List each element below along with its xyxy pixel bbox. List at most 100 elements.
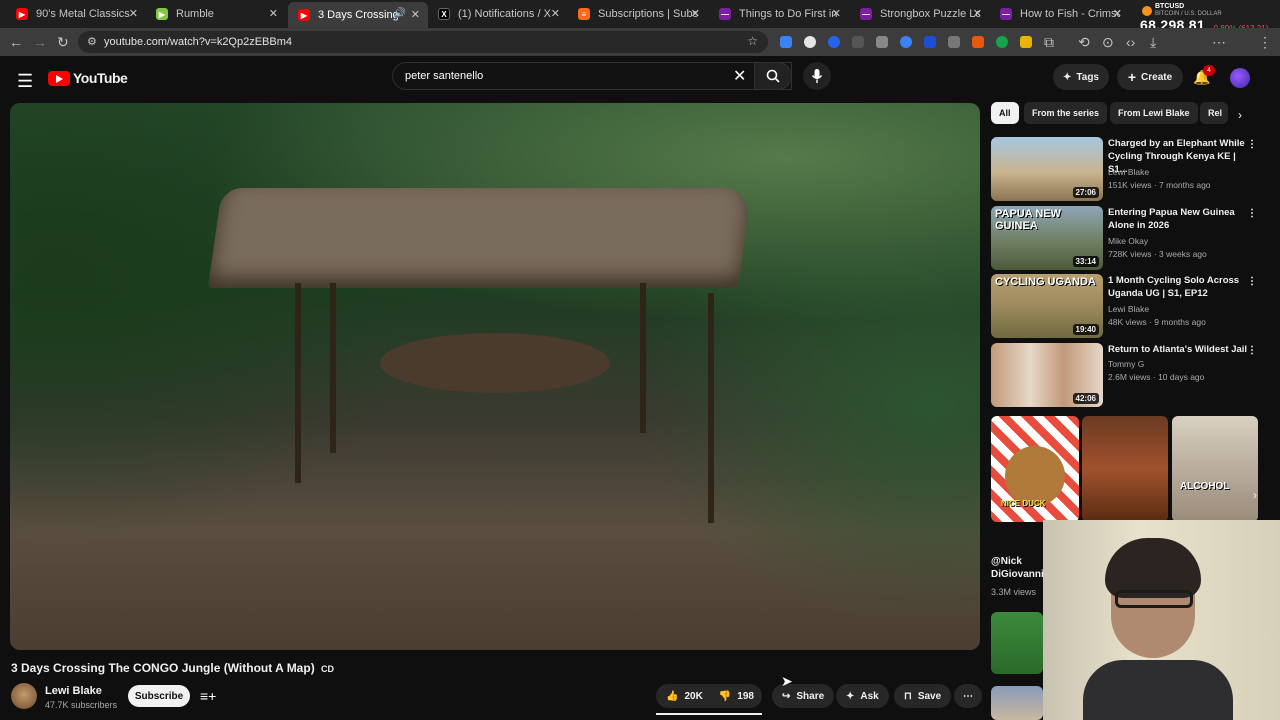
recommended-channel[interactable]: Lewi Blake bbox=[1108, 304, 1149, 314]
bookmark-star-icon[interactable]: ☆ bbox=[747, 34, 758, 48]
like-ratio-bar bbox=[656, 713, 762, 715]
account-avatar[interactable] bbox=[1230, 68, 1250, 88]
channel-name[interactable]: Lewi Blake bbox=[45, 685, 102, 697]
more-actions-button[interactable]: ⋯ bbox=[954, 684, 982, 708]
tab-search-icon[interactable]: ⊙ bbox=[1102, 34, 1114, 51]
extension-icon[interactable] bbox=[900, 36, 912, 48]
back-icon[interactable]: ← bbox=[9, 34, 23, 50]
site-info-icon[interactable]: ⚙ bbox=[87, 35, 97, 48]
close-tab-icon[interactable]: ✕ bbox=[691, 7, 700, 20]
forward-icon[interactable]: → bbox=[33, 34, 47, 50]
extension-icon[interactable] bbox=[996, 36, 1008, 48]
browser-tab[interactable]: — How to Fish - Crimson De ✕ bbox=[990, 3, 1130, 25]
close-tab-icon[interactable]: ✕ bbox=[129, 7, 138, 20]
browser-tab[interactable]: X (1) Notifications / X ✕ bbox=[428, 3, 568, 25]
url-text[interactable]: youtube.com/watch?v=k2Qp2zEBBm4 bbox=[104, 36, 292, 48]
history-icon[interactable]: ⟲ bbox=[1078, 34, 1090, 51]
search-query-text[interactable]: peter santenello bbox=[405, 70, 483, 82]
clear-search-icon[interactable]: ✕ bbox=[733, 66, 746, 86]
browser-tab[interactable]: — Things to Do First in Crim ✕ bbox=[709, 3, 849, 25]
video-thumbnail[interactable] bbox=[991, 612, 1043, 674]
cc-badge: CD bbox=[321, 664, 335, 674]
extension-icon[interactable] bbox=[1020, 36, 1032, 48]
short-caption: NICE DUCK bbox=[1001, 499, 1046, 508]
tab-title: Strongbox Puzzle Location bbox=[880, 8, 980, 20]
chip-from-channel[interactable]: From Lewi Blake bbox=[1110, 102, 1198, 124]
extension-icon[interactable] bbox=[804, 36, 816, 48]
video-thumbnail[interactable]: 27:06 bbox=[991, 137, 1103, 201]
save-button[interactable]: ⊓ Save bbox=[894, 684, 952, 708]
more-vertical-icon[interactable]: ⋮ bbox=[1247, 139, 1257, 150]
channel-avatar[interactable] bbox=[11, 683, 37, 709]
recommended-video[interactable]: PAPUA NEW GUINEA 33:14 Entering Papua Ne… bbox=[991, 206, 1271, 270]
hamburger-menu-icon[interactable]: ☰ bbox=[17, 71, 33, 92]
recommended-title[interactable]: Return to Atlanta's Wildest Jail bbox=[1108, 343, 1248, 356]
browser-tab[interactable]: ▶ 90's Metal Classics ✕ bbox=[6, 3, 146, 25]
speaker-icon[interactable]: 🔊 bbox=[394, 8, 406, 19]
add-to-playlist-icon[interactable]: ≡+ bbox=[200, 688, 216, 704]
chevron-right-icon[interactable]: › bbox=[1253, 488, 1257, 502]
recommended-channel[interactable]: Lewi Blake bbox=[1108, 167, 1149, 177]
more-vertical-icon[interactable]: ⋮ bbox=[1247, 208, 1257, 219]
close-tab-icon[interactable]: ✕ bbox=[1113, 7, 1122, 20]
search-button[interactable] bbox=[754, 62, 792, 90]
chip-from-series[interactable]: From the series bbox=[1024, 102, 1108, 124]
browser-tab[interactable]: ≡ Subscriptions | Substa ✕ bbox=[568, 3, 708, 25]
subscribe-button[interactable]: Subscribe bbox=[128, 685, 190, 707]
close-tab-icon[interactable]: ✕ bbox=[973, 7, 982, 20]
video-player[interactable] bbox=[10, 103, 980, 650]
btc-ticker-widget[interactable]: BTCUSD BITCOIN / U.S. DOLLAR 68,298.81 -… bbox=[1140, 3, 1280, 33]
extension-icon[interactable] bbox=[780, 36, 792, 48]
video-thumbnail[interactable]: PAPUA NEW GUINEA 33:14 bbox=[991, 206, 1103, 270]
reload-icon[interactable]: ↻ bbox=[57, 34, 69, 51]
more-vertical-icon[interactable]: ⋮ bbox=[1247, 345, 1257, 356]
profile-icon[interactable]: ⋯ bbox=[1212, 34, 1226, 51]
extensions-puzzle-icon[interactable]: ⧉ bbox=[1044, 34, 1054, 51]
voice-search-button[interactable] bbox=[803, 62, 831, 90]
extension-icon[interactable] bbox=[972, 36, 984, 48]
extension-icon[interactable] bbox=[876, 36, 888, 48]
devtools-icon[interactable]: ‹› bbox=[1126, 34, 1135, 50]
bookmark-icon: ⊓ bbox=[904, 690, 912, 702]
tags-button[interactable]: ✦ Tags bbox=[1053, 64, 1109, 90]
chip-related[interactable]: Rel bbox=[1200, 102, 1228, 124]
youtube-logo[interactable]: YouTube bbox=[48, 70, 128, 86]
dislike-button[interactable]: 👎 198 bbox=[719, 691, 754, 702]
search-input[interactable]: peter santenello bbox=[392, 62, 792, 90]
like-button[interactable]: 👍 20K bbox=[666, 691, 703, 702]
browser-tab-active[interactable]: ▶ 3 Days Crossing The C 🔊 ✕ bbox=[288, 2, 428, 28]
recommended-title[interactable]: Entering Papua New Guinea Alone in 2026 bbox=[1108, 206, 1248, 232]
browser-tab[interactable]: ▶ Rumble ✕ bbox=[146, 3, 286, 25]
download-icon[interactable]: ⤓ bbox=[1150, 34, 1156, 51]
recommended-title[interactable]: 1 Month Cycling Solo Across Uganda UG | … bbox=[1108, 274, 1248, 300]
create-button[interactable]: + Create bbox=[1117, 64, 1183, 90]
close-tab-icon[interactable]: ✕ bbox=[411, 8, 420, 21]
more-vertical-icon[interactable]: ⋮ bbox=[1247, 276, 1257, 287]
recommended-channel[interactable]: Mike Okay bbox=[1108, 236, 1148, 246]
chip-all[interactable]: All bbox=[991, 102, 1019, 124]
video-thumbnail[interactable]: 42:06 bbox=[991, 343, 1103, 407]
video-thumbnail[interactable] bbox=[991, 686, 1043, 720]
chevron-right-icon[interactable]: › bbox=[1238, 108, 1242, 122]
close-tab-icon[interactable]: ✕ bbox=[832, 7, 841, 20]
recommended-video[interactable]: 27:06 Charged by an Elephant While Cycli… bbox=[991, 137, 1271, 201]
short-thumbnail[interactable] bbox=[1082, 416, 1168, 522]
close-tab-icon[interactable]: ✕ bbox=[269, 7, 278, 20]
url-bar[interactable]: ⚙ youtube.com/watch?v=k2Qp2zEBBm4 ☆ bbox=[78, 31, 768, 53]
short-thumbnail[interactable]: ALCOHOL bbox=[1172, 416, 1258, 522]
extension-icon[interactable] bbox=[948, 36, 960, 48]
recommended-video[interactable]: 42:06 Return to Atlanta's Wildest Jail T… bbox=[991, 343, 1271, 407]
webcam-overlay bbox=[1043, 520, 1280, 720]
extension-icon[interactable] bbox=[852, 36, 864, 48]
video-thumbnail[interactable]: CYCLING UGANDA 19:40 bbox=[991, 274, 1103, 338]
recommended-video[interactable]: CYCLING UGANDA 19:40 1 Month Cycling Sol… bbox=[991, 274, 1271, 338]
extension-icon[interactable] bbox=[924, 36, 936, 48]
close-tab-icon[interactable]: ✕ bbox=[551, 7, 560, 20]
short-title[interactable]: @Nick DiGiovanni bbox=[991, 555, 1051, 581]
short-thumbnail[interactable]: NICE DUCK bbox=[991, 416, 1079, 522]
ask-button[interactable]: ✦ Ask bbox=[836, 684, 889, 708]
browser-menu-icon[interactable]: ⋮ bbox=[1258, 34, 1272, 51]
extension-icon[interactable] bbox=[828, 36, 840, 48]
recommended-channel[interactable]: Tommy G bbox=[1108, 359, 1144, 369]
browser-tab[interactable]: — Strongbox Puzzle Location ✕ bbox=[850, 3, 990, 25]
